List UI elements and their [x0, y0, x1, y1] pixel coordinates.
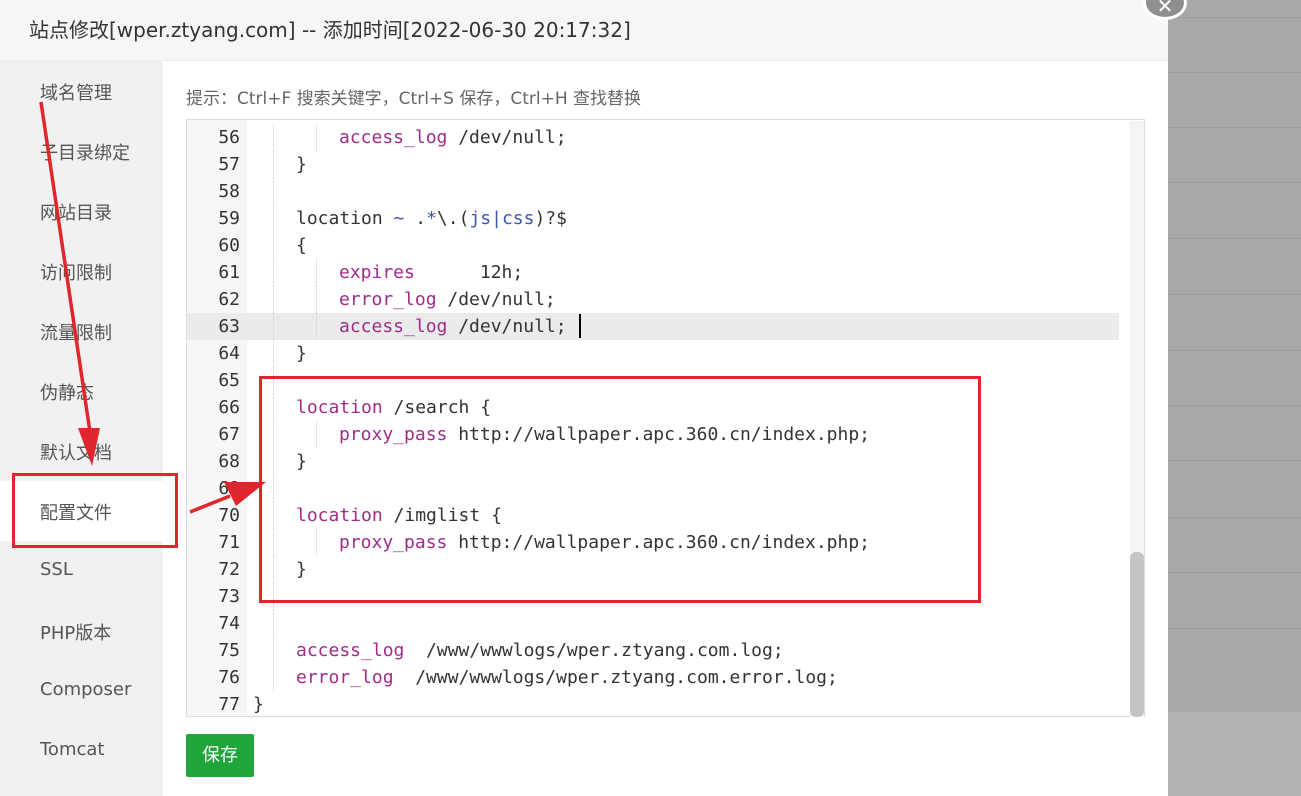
arrow-down-icon — [39, 101, 100, 466]
arrow-right-icon — [189, 482, 266, 514]
annotation-arrows — [39, 101, 266, 514]
